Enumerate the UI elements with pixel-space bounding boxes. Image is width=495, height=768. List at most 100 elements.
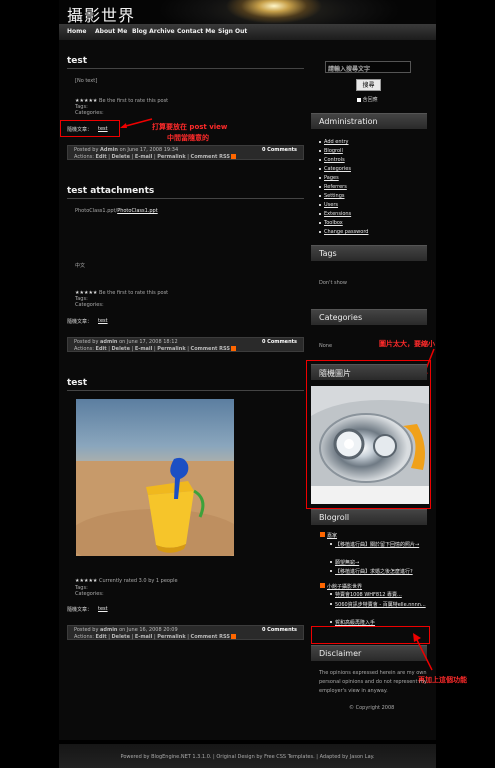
- permalink-link[interactable]: Permalink: [157, 634, 185, 640]
- blogroll-item[interactable]: 賀和高級再隆入手: [335, 619, 375, 626]
- post-title[interactable]: test: [67, 56, 87, 66]
- attachment-link[interactable]: PhotoClass1.ppt: [117, 208, 158, 214]
- permalink-link[interactable]: Permalink: [157, 346, 185, 352]
- divider: [67, 68, 304, 69]
- disclaimer-text: personal opinions and do not represent m…: [319, 679, 427, 685]
- post-meta-bar: Posted by Admin on June 17, 2008 19:34 0…: [67, 145, 304, 160]
- admin-link-change-password[interactable]: Change password: [324, 229, 368, 235]
- star-rating-icon[interactable]: ★★★★★: [75, 578, 97, 584]
- search-input[interactable]: [325, 61, 411, 73]
- widget-header-categories: Categories: [311, 309, 427, 325]
- comment-rss-link[interactable]: Comment RSS: [191, 346, 230, 352]
- site-title[interactable]: 攝影世界: [67, 2, 135, 26]
- categories-empty-text: None: [319, 343, 333, 349]
- nav-home[interactable]: Home: [67, 28, 86, 35]
- post-categories: Categories:: [75, 110, 104, 116]
- annotation-note: 打算要放在 post view: [152, 123, 228, 131]
- post-rating: ★★★★★ Be the first to rate this post: [75, 290, 168, 296]
- widget-header-blogroll: Blogroll: [311, 509, 427, 525]
- widget-header-tags: Tags: [311, 245, 427, 261]
- rss-icon[interactable]: [320, 583, 325, 588]
- delete-link[interactable]: Delete: [112, 634, 130, 640]
- post-rating: ★★★★★ Currently rated 3.0 by 1 people: [75, 578, 178, 584]
- admin-link-blogroll[interactable]: Blogroll: [324, 148, 343, 154]
- rss-icon[interactable]: [230, 634, 236, 639]
- edit-link[interactable]: Edit: [96, 346, 107, 352]
- author-link[interactable]: Admin: [100, 147, 118, 153]
- admin-link-extensions[interactable]: Extensions: [324, 211, 351, 217]
- comments-link[interactable]: 0 Comments: [262, 627, 297, 633]
- admin-link-users[interactable]: Users: [324, 202, 338, 208]
- blogroll-group[interactable]: 小館子攝影世界: [327, 583, 362, 590]
- search-comments-label: 含回應: [362, 97, 378, 103]
- main-nav: Home About Me Blog Archive Contact Me Si…: [59, 24, 436, 41]
- search-button[interactable]: 搜尋: [356, 79, 381, 91]
- rss-icon[interactable]: [320, 532, 325, 537]
- random-post-label: 隨機文章：: [67, 319, 93, 325]
- post-title[interactable]: test: [67, 378, 87, 388]
- post-title[interactable]: test attachments: [67, 186, 154, 196]
- blogroll-item[interactable]: 特賣會1008 WHF812 專賣...: [335, 591, 402, 598]
- site-header: 攝影世界: [59, 0, 436, 26]
- widget-header-random-image: 隨機圖片: [311, 364, 427, 380]
- divider: [67, 390, 304, 391]
- post-meta-bar: Posted by admin on June 16, 2008 20:09 0…: [67, 625, 304, 640]
- rss-icon[interactable]: [230, 154, 236, 159]
- blogroll-item[interactable]: 【移植進行曲】求婚之後怎麼進行?: [335, 568, 413, 575]
- admin-link-settings[interactable]: Settings: [324, 193, 345, 199]
- email-link[interactable]: E-mail: [135, 154, 153, 160]
- post-byline: Posted by Admin on June 17, 2008 19:34: [74, 147, 179, 153]
- annotation-note: 中間當隨意的: [167, 134, 209, 142]
- email-link[interactable]: E-mail: [135, 346, 153, 352]
- attachment-line: PhotoClass1.ppt/PhotoClass1.ppt: [75, 208, 158, 214]
- admin-link-pages[interactable]: Pages: [324, 175, 339, 181]
- edit-link[interactable]: Edit: [96, 154, 107, 160]
- random-post-link[interactable]: test: [98, 126, 108, 132]
- random-image-headlight[interactable]: [311, 386, 429, 504]
- post-actions: Actions: Edit | Delete | E-mail | Permal…: [74, 634, 236, 640]
- random-post-link[interactable]: test: [98, 606, 108, 612]
- disclaimer-text: The opinions expressed herein are my own: [319, 670, 427, 676]
- comments-link[interactable]: 0 Comments: [262, 339, 297, 345]
- blogroll-item[interactable]: 5060資訊步特賣會 - 百厲特elle.nnnn...: [335, 601, 426, 608]
- admin-link-controls[interactable]: Controls: [324, 157, 345, 163]
- post-body: [No text]: [75, 78, 98, 84]
- admin-link-categories[interactable]: Categories: [324, 166, 351, 172]
- rss-icon[interactable]: [230, 346, 236, 351]
- post-meta-bar: Posted by admin on June 17, 2008 18:12 0…: [67, 337, 304, 352]
- blogroll-item[interactable]: 【移植進行曲】關於留下回憶的照片→: [335, 541, 419, 548]
- post-actions: Actions: Edit | Delete | E-mail | Permal…: [74, 346, 236, 352]
- annotation-arrow-icon: [120, 118, 153, 128]
- random-post-link[interactable]: test: [98, 318, 108, 324]
- comment-rss-link[interactable]: Comment RSS: [191, 634, 230, 640]
- nav-about-me[interactable]: About Me: [95, 28, 127, 35]
- blogroll-item[interactable]: 願望無窮→: [335, 559, 359, 566]
- permalink-link[interactable]: Permalink: [157, 154, 185, 160]
- post-photo-beach-bucket[interactable]: [76, 399, 234, 556]
- rating-text: Be the first to rate this post: [99, 290, 169, 296]
- delete-link[interactable]: Delete: [112, 346, 130, 352]
- nav-sign-out[interactable]: Sign Out: [218, 28, 247, 35]
- annotation-arrow-icon: [413, 633, 433, 671]
- author-link[interactable]: admin: [100, 339, 117, 345]
- blogroll-group[interactable]: 嘉家: [327, 532, 337, 539]
- post-categories: Categories:: [75, 302, 104, 308]
- comment-rss-link[interactable]: Comment RSS: [191, 154, 230, 160]
- nav-blog-archive[interactable]: Blog Archive: [132, 28, 175, 35]
- comments-link[interactable]: 0 Comments: [262, 147, 297, 153]
- random-post-label: 隨機文章：: [67, 127, 93, 133]
- email-link[interactable]: E-mail: [135, 634, 153, 640]
- search-comments-checkbox[interactable]: [357, 97, 361, 102]
- tags-empty-text: Don't show: [319, 280, 347, 286]
- post-categories: Categories:: [75, 591, 104, 597]
- edit-link[interactable]: Edit: [96, 634, 107, 640]
- delete-link[interactable]: Delete: [112, 154, 130, 160]
- admin-link-toolbox[interactable]: Toolbox: [324, 220, 343, 226]
- author-link[interactable]: admin: [100, 627, 117, 633]
- admin-link-referrers[interactable]: Referrers: [324, 184, 347, 190]
- admin-link-add-entry[interactable]: Add entry: [324, 139, 349, 145]
- footer-credits: Powered by BlogEngine.NET 1.3.1.0. | Ori…: [120, 754, 375, 760]
- post-byline: Posted by admin on June 17, 2008 18:12: [74, 339, 178, 345]
- copyright-text: © Copyright 2008: [349, 705, 395, 711]
- nav-contact-me[interactable]: Contact Me: [177, 28, 215, 35]
